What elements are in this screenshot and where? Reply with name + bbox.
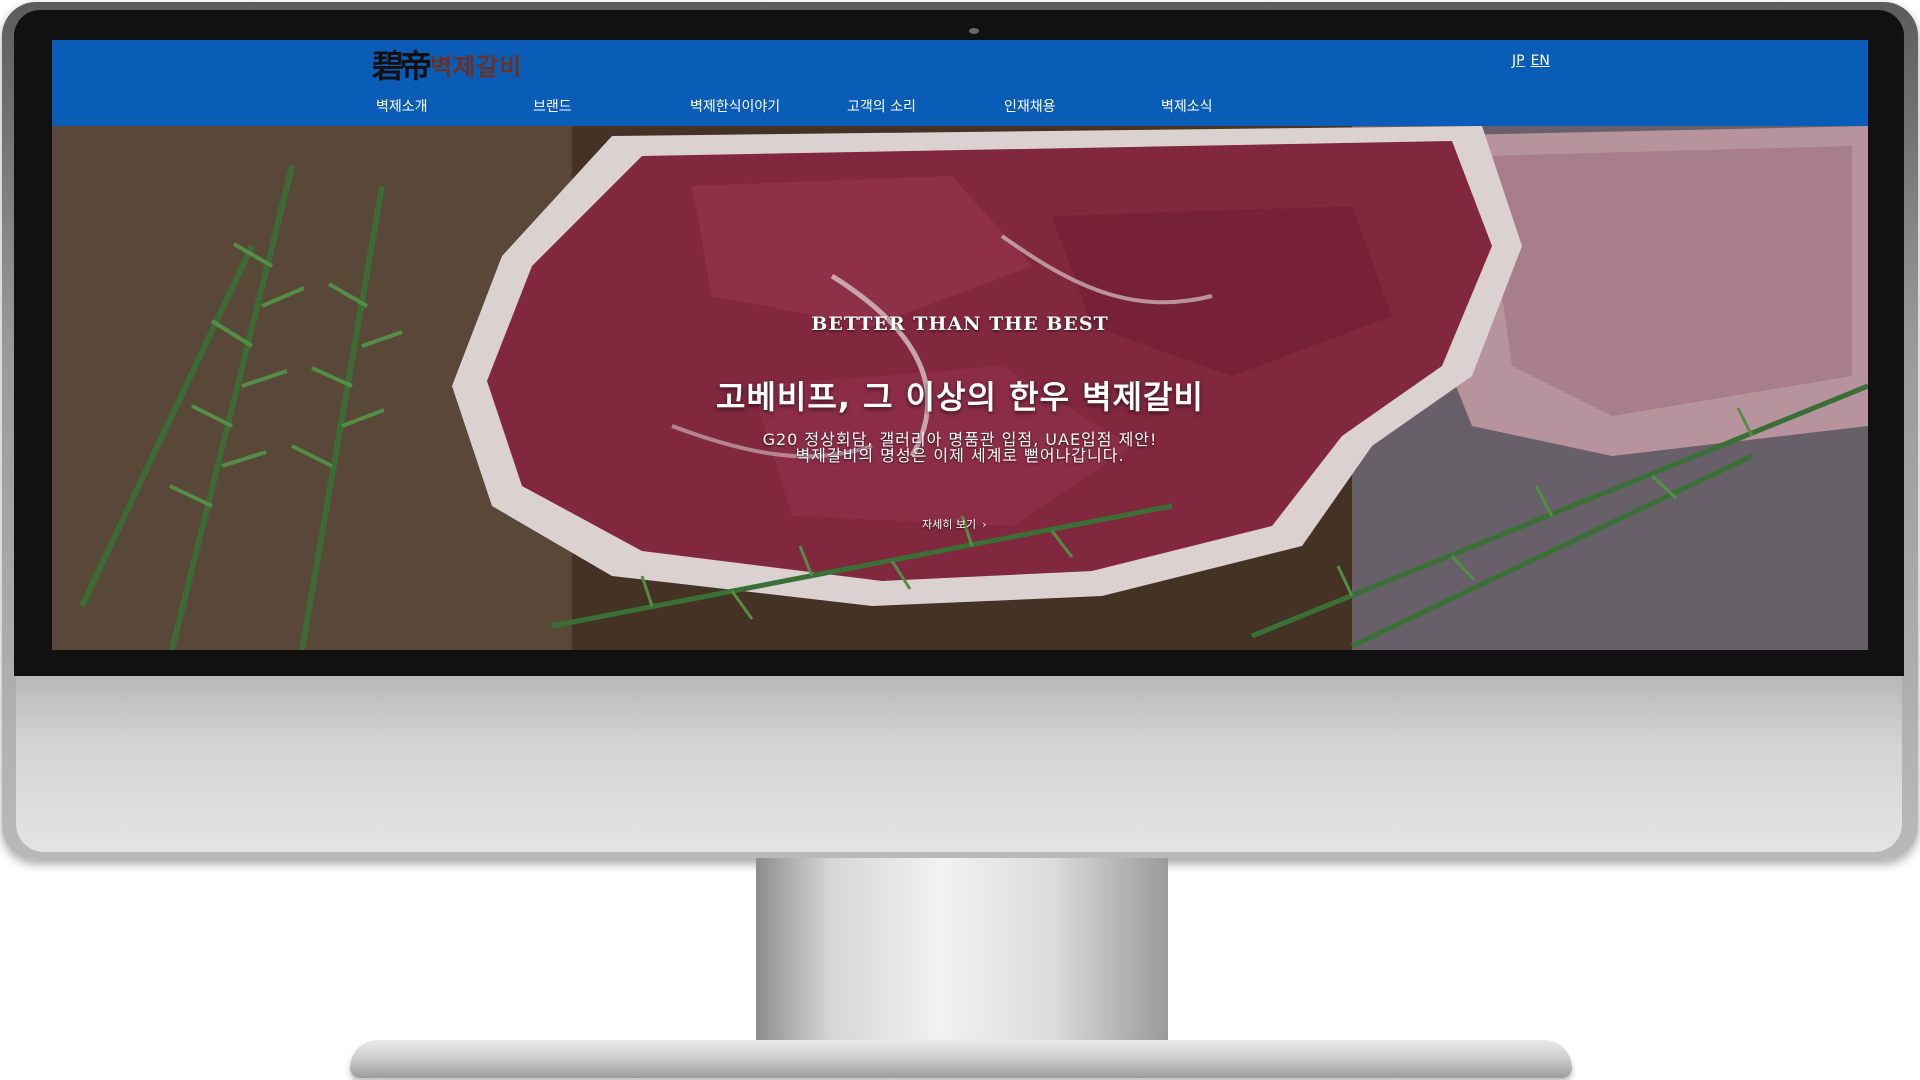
lang-jp-link[interactable]: JP [1512, 53, 1525, 69]
hero-description-line-2: 벽제갈비의 명성은 이제 세계로 뻗어나갑니다. [795, 446, 1125, 465]
site-logo[interactable]: 碧帝 벽제갈비 [372, 44, 523, 85]
nav-item-brand[interactable]: 브랜드 [533, 96, 690, 118]
nav-item-careers[interactable]: 인재채용 [1004, 96, 1161, 118]
lang-en-link[interactable]: EN [1531, 53, 1550, 69]
chevron-right-icon: › [982, 517, 987, 531]
language-switcher: JP EN [1512, 53, 1550, 69]
nav-item-news[interactable]: 벽제소식 [1161, 96, 1318, 118]
nav-item-about[interactable]: 벽제소개 [376, 96, 533, 118]
more-button[interactable]: 자세히 보기 › [922, 516, 987, 532]
site-header: 碧帝 벽제갈비 JP EN 벽제소개 브랜드 벽제한식이야기 고객의 소리 인재… [52, 40, 1868, 126]
more-button-label: 자세히 보기 [922, 518, 977, 531]
main-nav: 벽제소개 브랜드 벽제한식이야기 고객의 소리 인재채용 벽제소식 [376, 96, 1318, 118]
hero-description: G20 정상회담, 갤러리아 명품관 입점, UAE입점 제안! 벽제갈비의 명… [52, 432, 1868, 464]
monitor-stand-base [350, 1040, 1572, 1078]
hero-subtitle: BETTER THAN THE BEST [811, 313, 1109, 335]
hero-banner: BETTER THAN THE BEST 고베비프, 그 이상의 한우 벽제갈비… [52, 126, 1868, 650]
monitor-chin [16, 676, 1902, 852]
nav-item-customer-voice[interactable]: 고객의 소리 [847, 96, 1004, 118]
logo-mark: 碧帝 [372, 47, 432, 85]
nav-item-korean-food-story[interactable]: 벽제한식이야기 [690, 96, 847, 118]
hero-title: 고베비프, 그 이상의 한우 벽제갈비 [716, 378, 1204, 416]
monitor-stand-neck [756, 858, 1168, 1058]
screen: 碧帝 벽제갈비 JP EN 벽제소개 브랜드 벽제한식이야기 고객의 소리 인재… [52, 40, 1868, 650]
logo-text: 벽제갈비 [430, 52, 523, 81]
camera-dot [969, 28, 979, 34]
